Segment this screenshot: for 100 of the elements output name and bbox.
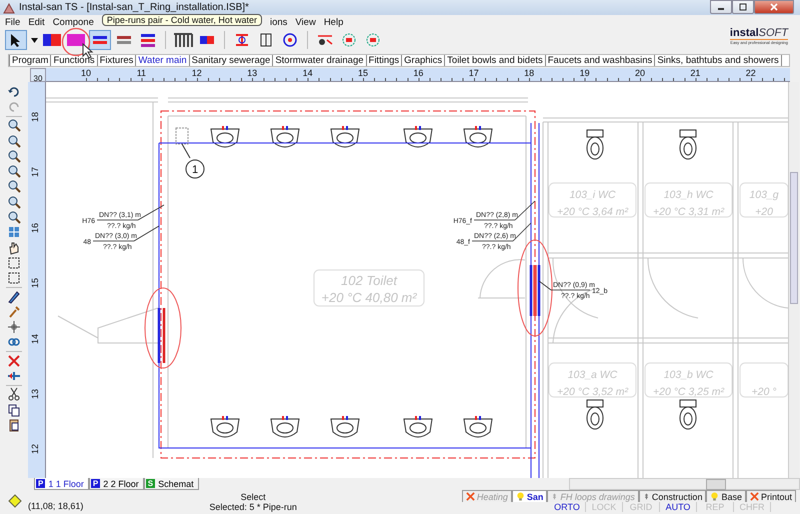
sheet-tab[interactable]: P 2 2 Floor: [88, 478, 144, 490]
washbasin-symbol[interactable]: [210, 126, 240, 148]
menu-item[interactable]: Edit: [28, 16, 45, 28]
sheet-name: 1 1 Floor: [48, 478, 84, 488]
room-name: 103_g: [749, 189, 779, 201]
tool-button[interactable]: [5, 319, 23, 335]
sheet-type-badge: S: [146, 479, 156, 488]
close-button[interactable]: [754, 0, 794, 14]
node-marker[interactable]: [176, 128, 190, 158]
sheet-name: 2 2 Floor: [103, 478, 139, 488]
maximize-icon: [738, 3, 748, 11]
toilet-symbol[interactable]: [680, 130, 696, 160]
room-label-frame: [740, 362, 788, 398]
pin-icon: [642, 492, 650, 501]
minimize-button[interactable]: [710, 0, 732, 14]
layer-tab[interactable]: Construction: [638, 490, 706, 502]
ruler-label: 15: [30, 278, 40, 288]
sheet-tab[interactable]: S Schemat: [144, 478, 199, 490]
callout-circle: [186, 160, 204, 178]
washbasin-symbol[interactable]: [464, 416, 492, 438]
close-icon: [769, 3, 779, 11]
pipe-riser[interactable]: [530, 264, 540, 318]
layer-tab[interactable]: San: [512, 490, 548, 502]
pipe-riser[interactable]: [158, 308, 166, 363]
ruler-label: 14: [302, 68, 313, 78]
selection-text: Selected: 5 * Pipe-run: [209, 502, 297, 512]
sheet-tab[interactable]: P 1 1 Floor: [34, 478, 89, 490]
room-info: +20: [755, 206, 773, 218]
washbasin-symbol[interactable]: [330, 416, 360, 438]
sheet-name: Schemat: [158, 478, 194, 488]
leader-line: [138, 204, 164, 220]
pipe-icon: [42, 32, 62, 48]
room-info: +20 °C 3,25 m²: [652, 386, 724, 398]
washbasin-symbol[interactable]: [404, 416, 432, 438]
selection-icon: [7, 271, 21, 286]
undo-arrow-icon: [7, 84, 21, 99]
menu-item[interactable]: File: [5, 16, 20, 28]
menu-item[interactable]: Compone: [52, 16, 94, 28]
menu-item[interactable]: View: [295, 16, 316, 28]
leader-line: [538, 280, 552, 290]
menu-item[interactable]: Help: [324, 16, 344, 28]
copy-icon: [7, 402, 21, 417]
washbasin-symbol[interactable]: [270, 126, 300, 148]
sheet-type-badge: P: [90, 479, 100, 488]
washbasin-symbol[interactable]: [464, 126, 492, 148]
diamond-icon: [8, 494, 22, 508]
ruler-label: 12: [30, 444, 40, 454]
maximize-button[interactable]: [732, 0, 754, 14]
toilet-symbol[interactable]: [680, 400, 696, 430]
ruler-label: 11: [136, 68, 146, 78]
ruler-label: 10: [81, 68, 91, 78]
zoom-icon: [7, 148, 21, 163]
leader-line: [512, 222, 532, 242]
toilet-symbol[interactable]: [586, 400, 604, 430]
horizontal-scrollbar[interactable]: [568, 478, 800, 490]
grid-icon: [7, 225, 21, 240]
room-info: +20 °C 3,31 m²: [652, 206, 724, 218]
mode-indicator[interactable]: AUTO: [660, 502, 697, 512]
paste-icon: [7, 418, 21, 432]
room-info: +20 °: [752, 386, 776, 398]
bulb-icon: [516, 492, 525, 501]
washbasin-symbol[interactable]: [270, 416, 300, 438]
washbasin-symbol[interactable]: [210, 416, 240, 438]
room-info: +20 °C 3,64 m²: [556, 206, 628, 218]
ruler-label: 15: [358, 68, 368, 78]
toolbar-button[interactable]: [5, 30, 27, 50]
brush-icon: [7, 304, 21, 319]
mode-indicator[interactable]: ORTO: [549, 502, 586, 512]
delete-cross-icon: [7, 354, 21, 368]
pipe-icon: [66, 32, 86, 48]
zoom-icon: [7, 118, 21, 132]
caret-icon: [30, 38, 38, 43]
ruler-label: 18: [524, 68, 534, 78]
zoom-icon: [7, 134, 21, 148]
washbasin-symbol[interactable]: [330, 126, 360, 148]
ruler-corner: 30: [30, 68, 46, 82]
leader-line: [134, 226, 160, 242]
room-info: +20 °C 40,80 m²: [321, 290, 417, 305]
radiator-icon: [173, 32, 193, 48]
toolbar-button[interactable]: [89, 30, 111, 50]
layer-tab[interactable]: Base: [706, 490, 746, 502]
room-name: 102 Toilet: [341, 273, 397, 288]
zoom-icon: [7, 164, 21, 178]
room-name: 103_h WC: [664, 189, 714, 201]
menu-item[interactable]: ions: [270, 16, 288, 28]
room-info: +20 °C 3,52 m²: [556, 386, 628, 398]
ruler-label: 18: [30, 112, 40, 122]
layer-tab[interactable]: Printout: [746, 490, 796, 502]
zoom-icon: [7, 194, 21, 209]
sheet-type-badge: P: [36, 479, 46, 488]
cross-icon: [750, 492, 759, 501]
highlight-circle: [61, 27, 91, 57]
tooltip: Pipe-runs pair - Cold water, Hot water: [102, 14, 262, 26]
leader-line: [514, 200, 536, 220]
ruler-label: 22: [746, 68, 756, 78]
room-name: 103_b WC: [664, 369, 714, 381]
washbasin-symbol[interactable]: [404, 126, 432, 148]
toilet-symbol[interactable]: [586, 130, 604, 160]
callout-number: 1: [192, 164, 198, 176]
ruler-label: 19: [580, 68, 590, 78]
